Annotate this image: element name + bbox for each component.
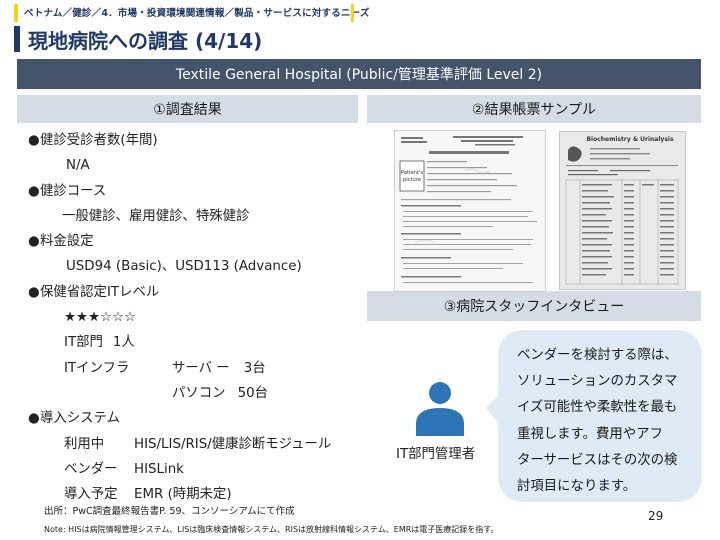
list-item: ITインフラ サーバ ー 3台: [28, 356, 363, 381]
it-level-label: 保健省認定ITレベル: [40, 284, 160, 300]
checkup-count-label: 健診受診者数(年間): [40, 133, 158, 148]
section-header-results: ①調査結果: [17, 95, 358, 123]
list-item: IT部門 1人: [28, 330, 363, 355]
list-item: ●保健省認定ITレベル: [28, 280, 363, 305]
breadcrumb-accent: [14, 4, 18, 22]
planned-value: EMR (時期未定): [134, 487, 232, 503]
breadcrumb-end-mark: [351, 4, 354, 22]
it-dept-label: IT部門: [64, 335, 103, 351]
quote-line: ソリューションのカスタマ: [517, 374, 678, 390]
it-dept-value: 1人: [112, 335, 135, 351]
source-note: 出所：PwC調査最終報告書P. 59、コンソーシアムにて作成: [44, 506, 295, 517]
list-item: パソコン 50台: [28, 381, 363, 406]
hospital-banner: Textile General Hospital (Public/管理基準評価 …: [17, 59, 701, 89]
server-value: 3台: [243, 360, 266, 376]
patient-photo-label: picture: [403, 177, 421, 183]
lab-report-title: Biochemistry & Urinalysis: [586, 136, 673, 143]
bullet: ●: [28, 133, 40, 148]
fee-label: 料金設定: [40, 234, 94, 250]
title-accent-bar: [14, 26, 20, 52]
fee-value: USD94 (Basic)、USD113 (Advance): [66, 259, 302, 275]
list-item: ●導入システム: [28, 406, 363, 431]
quote-line: ターサービスはその次の検: [517, 452, 678, 468]
page-title: 現地病院への調査 (4/14): [28, 29, 263, 53]
section-header-samples: ②結果帳票サンプル: [367, 95, 701, 123]
person-icon: [414, 380, 466, 442]
page-number: 29: [648, 509, 664, 523]
in-use-value: HIS/LIS/RIS/健康診断モジュール: [134, 436, 332, 452]
quote-line: 重視します。費用やアフ: [517, 426, 663, 442]
it-level-stars: ★★★☆☆☆: [64, 310, 137, 326]
pc-label: パソコン: [172, 385, 226, 401]
patient-photo-label: Patient's: [401, 170, 423, 176]
bullet: ●: [28, 234, 40, 250]
list-item: ●健診コース: [28, 179, 363, 204]
bullet: ●: [28, 183, 40, 199]
staff-role-label: IT部門管理者: [396, 447, 476, 462]
course-value: 一般健診、雇用健診、特殊健診: [62, 208, 250, 224]
sample-form-drawing: Patient's picture: [395, 131, 545, 291]
bullet: ●: [28, 284, 40, 300]
pc-value: 50台: [237, 385, 268, 401]
in-use-label: 利用中: [64, 436, 105, 452]
server-label: サーバ ー: [172, 360, 230, 376]
quote-line: イズ可能性や柔軟性を最も: [517, 400, 678, 416]
checkup-count-value: N/A: [66, 158, 90, 174]
list-item: ●料金設定: [28, 229, 363, 254]
quote-line: ベンダーを検討する際は、: [517, 348, 678, 363]
system-label: 導入システム: [40, 411, 120, 427]
list-item: 利用中 HIS/LIS/RIS/健康診断モジュール: [28, 432, 363, 457]
list-item: 一般健診、雇用健診、特殊健診: [28, 204, 363, 229]
results-list: ●健診受診者数(年間) N/A ●健診コース 一般健診、雇用健診、特殊健診 ●料…: [28, 128, 363, 507]
breadcrumb: ベトナム／健診／4．市場・投資環境関連情報／製品・サービスに対するニーズ: [24, 8, 370, 19]
list-item: N/A: [28, 153, 363, 178]
list-item: ★★★☆☆☆: [28, 305, 363, 330]
infra-label: ITインフラ: [64, 360, 130, 376]
list-item: ベンダー HISLink: [28, 457, 363, 482]
sample-lab-report-drawing: Biochemistry & Urinalysis: [560, 132, 685, 289]
vendor-value: HISLink: [134, 461, 184, 477]
interview-quote: ベンダーを検討する際は、 ソリューションのカスタマ イズ可能性や柔軟性を最も 重…: [517, 343, 695, 500]
section-header-interview: ③病院スタッフインタビュー: [367, 291, 701, 321]
footnote: Note: HISは病院情報管理システム、LISは臨床検査情報システム、RISは…: [44, 525, 499, 534]
sample-form-image: Patient's picture: [394, 130, 546, 292]
list-item: ●健診受診者数(年間): [28, 128, 363, 153]
vendor-label: ベンダー: [64, 461, 118, 477]
quote-line: 討項目になります。: [517, 479, 637, 495]
list-item: USD94 (Basic)、USD113 (Advance): [28, 254, 363, 279]
course-label: 健診コース: [40, 183, 107, 199]
bullet: ●: [28, 411, 40, 427]
sample-lab-report-image: Biochemistry & Urinalysis: [559, 131, 686, 290]
